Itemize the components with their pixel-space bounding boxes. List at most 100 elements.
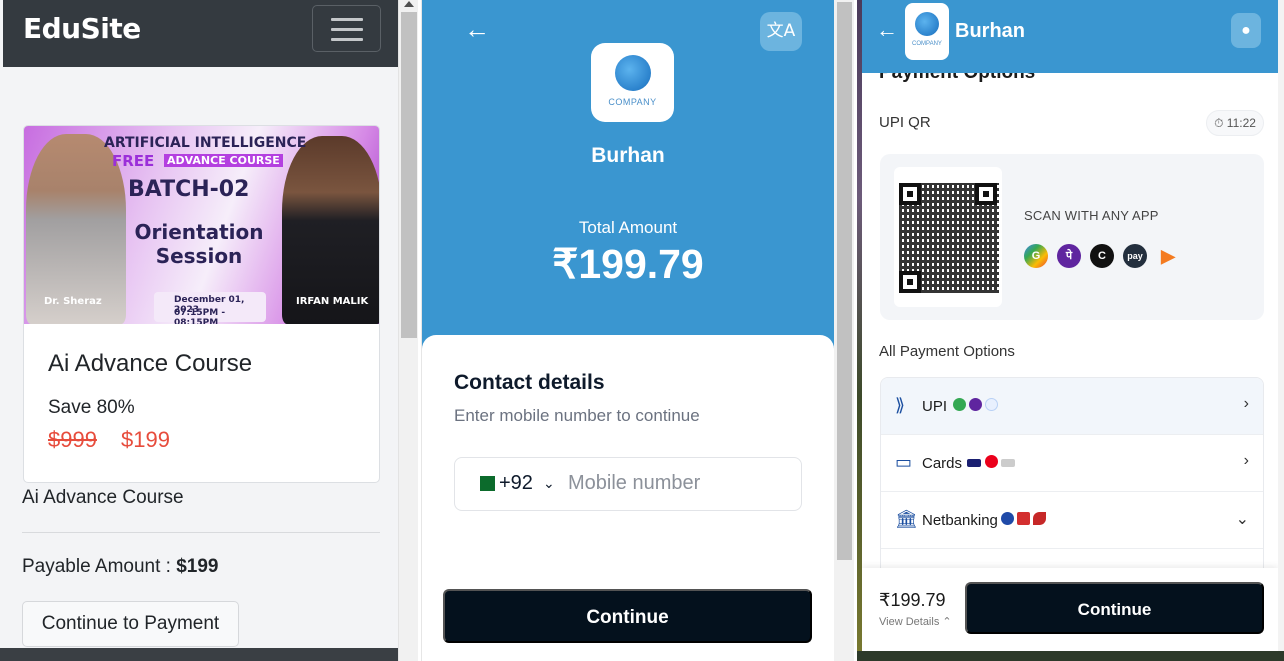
course-title[interactable]: Ai Advance Course <box>48 350 252 378</box>
scrollbar[interactable] <box>834 0 854 661</box>
upi-qr-label: UPI QR <box>879 114 931 131</box>
checkout-contact-page: ← 文A COMPANY Burhan Total Amount ₹199.79… <box>421 0 854 661</box>
cred-icon: C <box>1090 244 1114 268</box>
qr-timer: ⏱ 11:22 <box>1206 110 1264 136</box>
payment-footer: ₹199.79 View Details ⌃ Continue <box>862 568 1278 651</box>
qr-finder-pattern <box>975 183 997 205</box>
rupay-icon <box>1001 459 1015 467</box>
logo-text: COMPANY <box>608 97 657 107</box>
view-details-link[interactable]: View Details ⌃ <box>879 615 952 628</box>
banner-datetime: December 01, 2023 07:15PM - 08:15PM <box>154 292 266 324</box>
payment-method-label: Cards <box>922 455 963 472</box>
selected-course-name: Ai Advance Course <box>22 487 184 508</box>
payment-methods-list: ⟫ UPI › ▭ Cards › 🏛 Netbanking ⌄ <box>880 377 1264 577</box>
all-payment-options-label: All Payment Options <box>879 343 1015 360</box>
payment-method-cards[interactable]: ▭ Cards › <box>881 435 1263 492</box>
banner-time: 07:15PM - 08:15PM <box>174 308 226 324</box>
google-pay-mini-icon <box>953 398 966 411</box>
back-arrow-icon[interactable]: ← <box>876 17 898 43</box>
speaker-name-left: Dr. Sheraz <box>44 296 102 307</box>
footer-bar <box>0 648 398 661</box>
banner-free-label: FREE <box>112 152 155 170</box>
logo-text: COMPANY <box>912 41 942 47</box>
axis-icon <box>1033 512 1046 525</box>
hamburger-icon <box>331 28 363 31</box>
amazon-pay-icon: pay <box>1123 244 1147 268</box>
user-icon[interactable]: ● <box>1231 13 1261 48</box>
divider <box>22 532 380 533</box>
footer-amount: ₹199.79 <box>879 590 946 610</box>
stopwatch-icon: ⏱ <box>1214 116 1227 130</box>
timer-value: 11:22 <box>1226 116 1256 130</box>
translate-icon[interactable]: 文A <box>760 12 802 51</box>
phonepe-mini-icon <box>969 398 982 411</box>
screenshot-composite: EduSite ARTIFICIAL INTELLIGENCE FREE ADV… <box>0 0 1284 661</box>
phone-input-group[interactable]: +92 ⌄ Mobile number <box>454 457 802 511</box>
hamburger-icon <box>331 38 363 41</box>
chevron-down-icon[interactable]: ⌄ <box>543 475 555 492</box>
edusite-page: EduSite ARTIFICIAL INTELLIGENCE FREE ADV… <box>0 0 418 661</box>
globe-icon <box>915 12 939 36</box>
continue-button[interactable]: Continue <box>443 589 812 643</box>
qr-code[interactable] <box>894 167 1002 307</box>
scrollbar[interactable] <box>1278 0 1284 661</box>
payable-label: Payable Amount : <box>22 556 177 577</box>
background-strip <box>857 651 1284 661</box>
merchant-name: Burhan <box>955 20 1025 42</box>
payment-header: ← COMPANY Burhan ● <box>862 0 1278 73</box>
mastercard-icon <box>985 455 998 468</box>
qr-finder-pattern <box>899 183 921 205</box>
country-code-select[interactable]: +92 <box>499 472 533 495</box>
payment-method-label: UPI <box>922 398 948 415</box>
course-card[interactable]: ARTIFICIAL INTELLIGENCE FREE ADVANCE COU… <box>23 125 380 483</box>
chevron-right-icon[interactable]: › <box>1244 452 1249 470</box>
payment-method-label: Netbanking <box>922 512 998 529</box>
view-details-label: View Details <box>879 616 940 628</box>
qr-card: SCAN WITH ANY APP G पे C pay ▶ <box>880 154 1264 320</box>
continue-button[interactable]: Continue <box>965 582 1264 634</box>
scrollbar-thumb[interactable] <box>837 2 852 560</box>
payment-method-netbanking[interactable]: 🏛 Netbanking ⌄ <box>881 492 1263 549</box>
banner-heading: ARTIFICIAL INTELLIGENCE <box>104 135 307 151</box>
qr-finder-pattern <box>899 271 921 293</box>
scan-with-any-app-text: SCAN WITH ANY APP <box>1024 208 1159 223</box>
scrollbar[interactable] <box>398 0 418 661</box>
merchant-name: Burhan <box>591 144 665 167</box>
banner-course-label: ADVANCE COURSE <box>164 154 283 167</box>
hamburger-icon <box>331 18 363 21</box>
continue-to-payment-button[interactable]: Continue to Payment <box>22 601 239 647</box>
contact-subtitle: Enter mobile number to continue <box>454 406 700 425</box>
payment-method-upi[interactable]: ⟫ UPI › <box>881 378 1263 435</box>
menu-toggle-button[interactable] <box>312 5 381 52</box>
bhim-icon: ▶ <box>1161 246 1175 266</box>
contact-title: Contact details <box>454 371 605 394</box>
card-icon: ▭ <box>895 452 913 472</box>
sale-price: $199 <box>121 427 170 452</box>
payment-options-page: Payment Options ← COMPANY Burhan ● UPI Q… <box>857 0 1284 661</box>
original-price: $999 <box>48 427 97 452</box>
sbi-icon <box>1001 512 1014 525</box>
bank-icon: 🏛 <box>895 509 918 529</box>
back-arrow-icon[interactable]: ← <box>464 14 490 45</box>
banner-batch: BATCH-02 <box>128 177 250 202</box>
payable-amount: Payable Amount : $199 <box>22 556 219 578</box>
google-pay-icon: G <box>1024 244 1048 268</box>
chevron-right-icon[interactable]: › <box>1244 395 1249 413</box>
upi-icon: ⟫ <box>895 395 906 415</box>
hdfc-icon <box>1017 512 1030 525</box>
payment-panel: Payment Options ← COMPANY Burhan ● UPI Q… <box>862 0 1278 651</box>
chevron-down-icon[interactable]: ⌄ <box>1236 509 1249 529</box>
brand-logo[interactable]: EduSite <box>23 12 141 45</box>
merchant-logo: COMPANY <box>591 43 674 122</box>
course-banner-image: ARTIFICIAL INTELLIGENCE FREE ADVANCE COU… <box>24 126 379 324</box>
scrollbar-thumb[interactable] <box>401 12 417 338</box>
visa-icon <box>967 459 981 467</box>
checkout-header: ← 文A COMPANY Burhan Total Amount ₹199.79 <box>422 0 834 356</box>
pakistan-flag-icon[interactable] <box>475 476 495 491</box>
banner-session: Orientation Session <box>134 220 264 268</box>
scroll-up-arrow-icon[interactable] <box>404 1 414 7</box>
total-amount: ₹199.79 <box>552 241 704 287</box>
discount-text: Save 80% <box>48 397 135 418</box>
mobile-number-input[interactable]: Mobile number <box>568 472 700 495</box>
globe-icon <box>615 55 651 91</box>
